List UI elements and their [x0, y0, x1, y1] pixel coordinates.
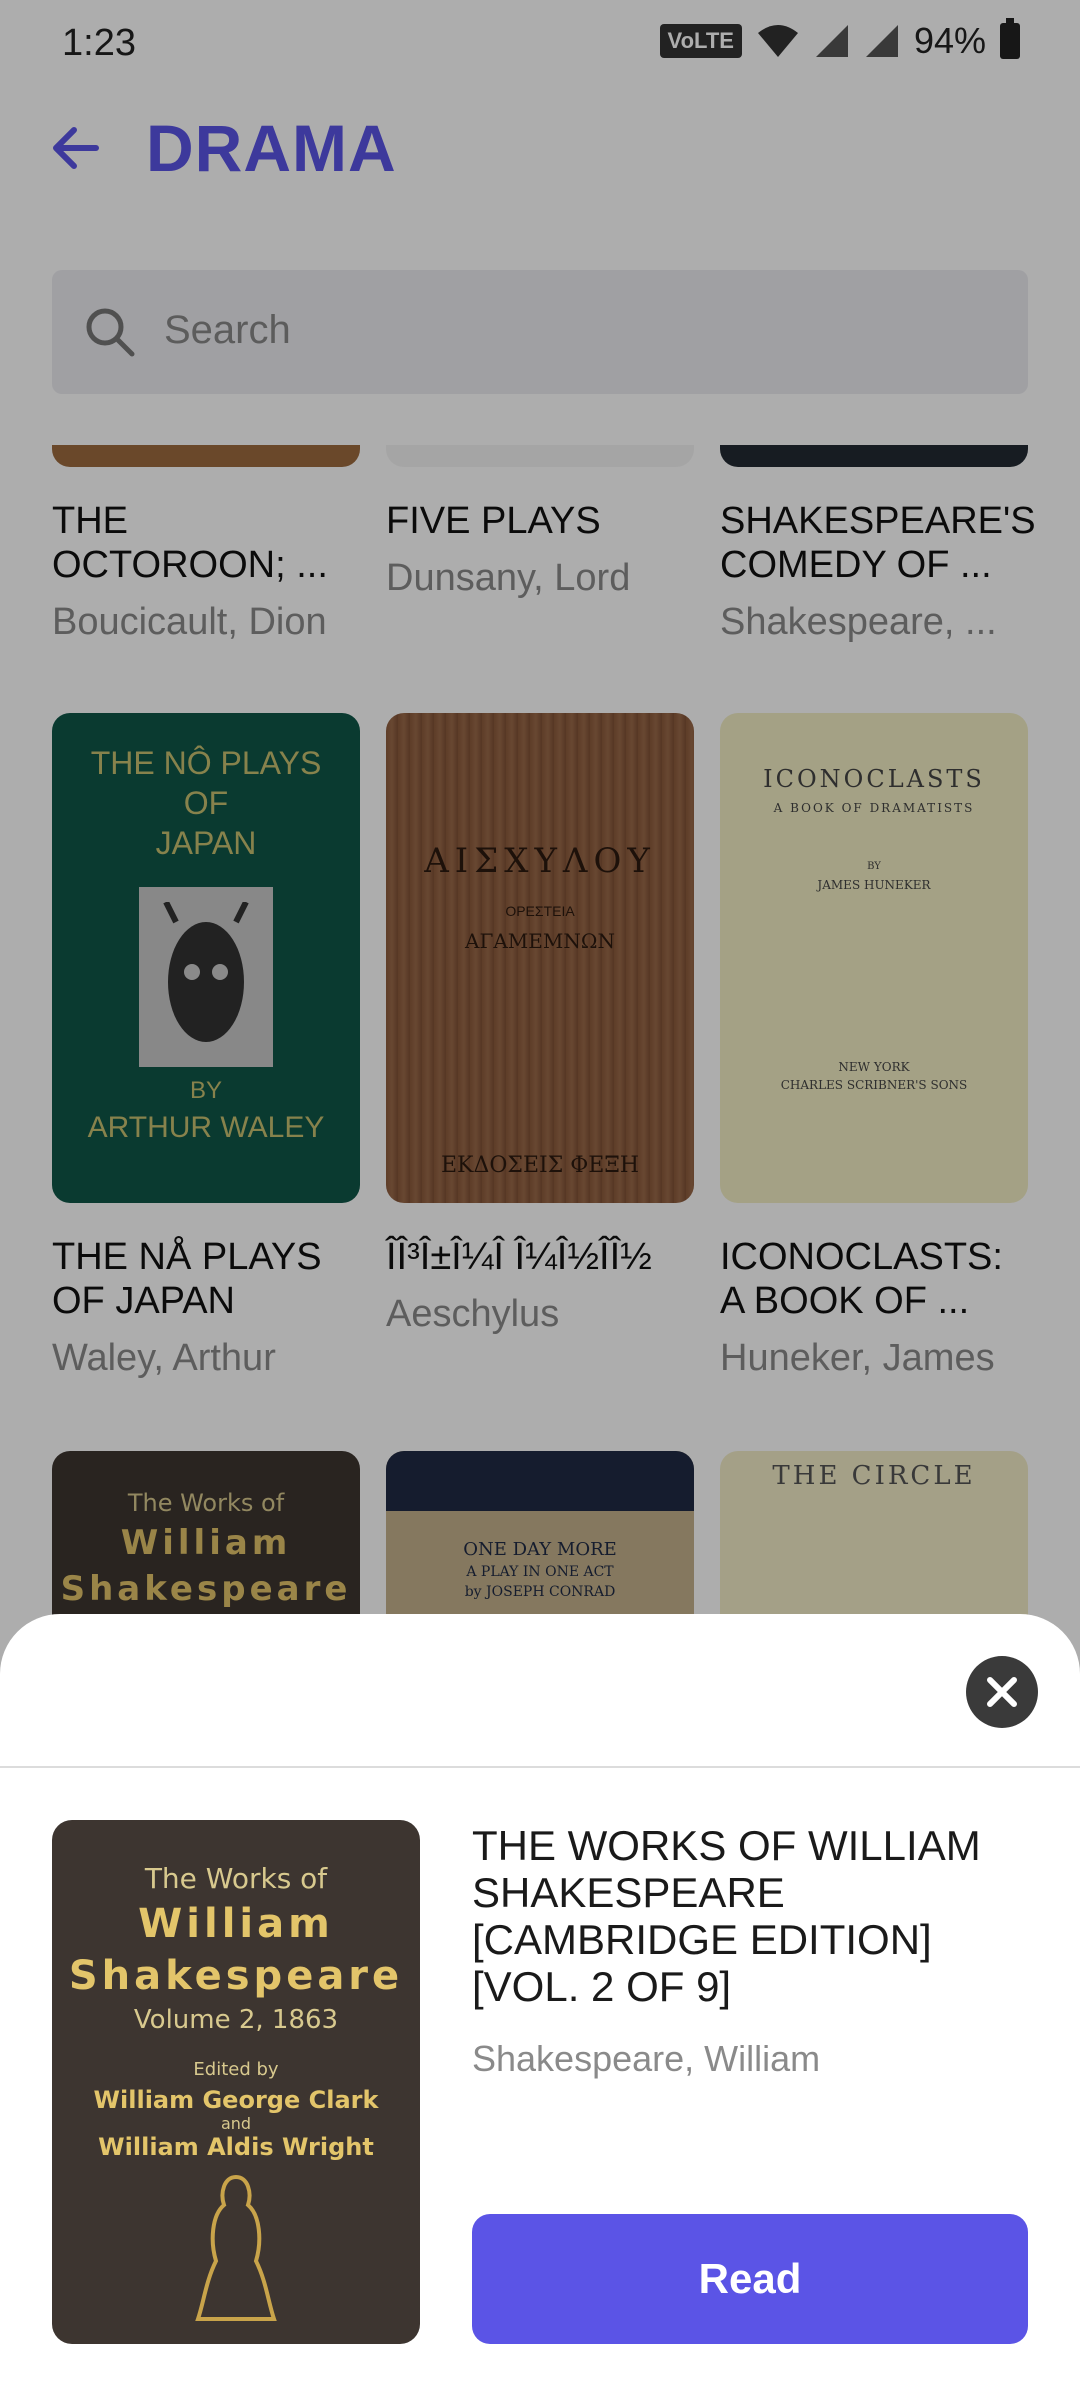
cover-text: Volume 2, 1863 [133, 2005, 339, 2035]
close-button[interactable] [966, 1656, 1038, 1728]
statue-illustration [195, 2174, 277, 2321]
sheet-divider [0, 1766, 1080, 1768]
sheet-book-author: Shakespeare, William [472, 2038, 821, 2079]
cover-text: Edited by [193, 2059, 279, 2080]
read-button[interactable]: Read [472, 2214, 1028, 2344]
cover-text: William [138, 1901, 334, 1947]
cover-text: and [220, 2114, 252, 2133]
close-icon [987, 1677, 1017, 1707]
sheet-book-title: THE WORKS OF WILLIAM SHAKESPEARE [CAMBRI… [472, 1822, 981, 2010]
cover-text: William George Clark [93, 2086, 379, 2114]
book-detail-sheet: The Works of William Shakespeare Volume … [0, 1614, 1080, 2400]
cover-text: William Aldis Wright [98, 2133, 374, 2161]
cover-text: Shakespeare [68, 1953, 404, 1999]
cover-text: The Works of [144, 1862, 328, 1895]
sheet-book-cover: The Works of William Shakespeare Volume … [52, 1820, 420, 2344]
